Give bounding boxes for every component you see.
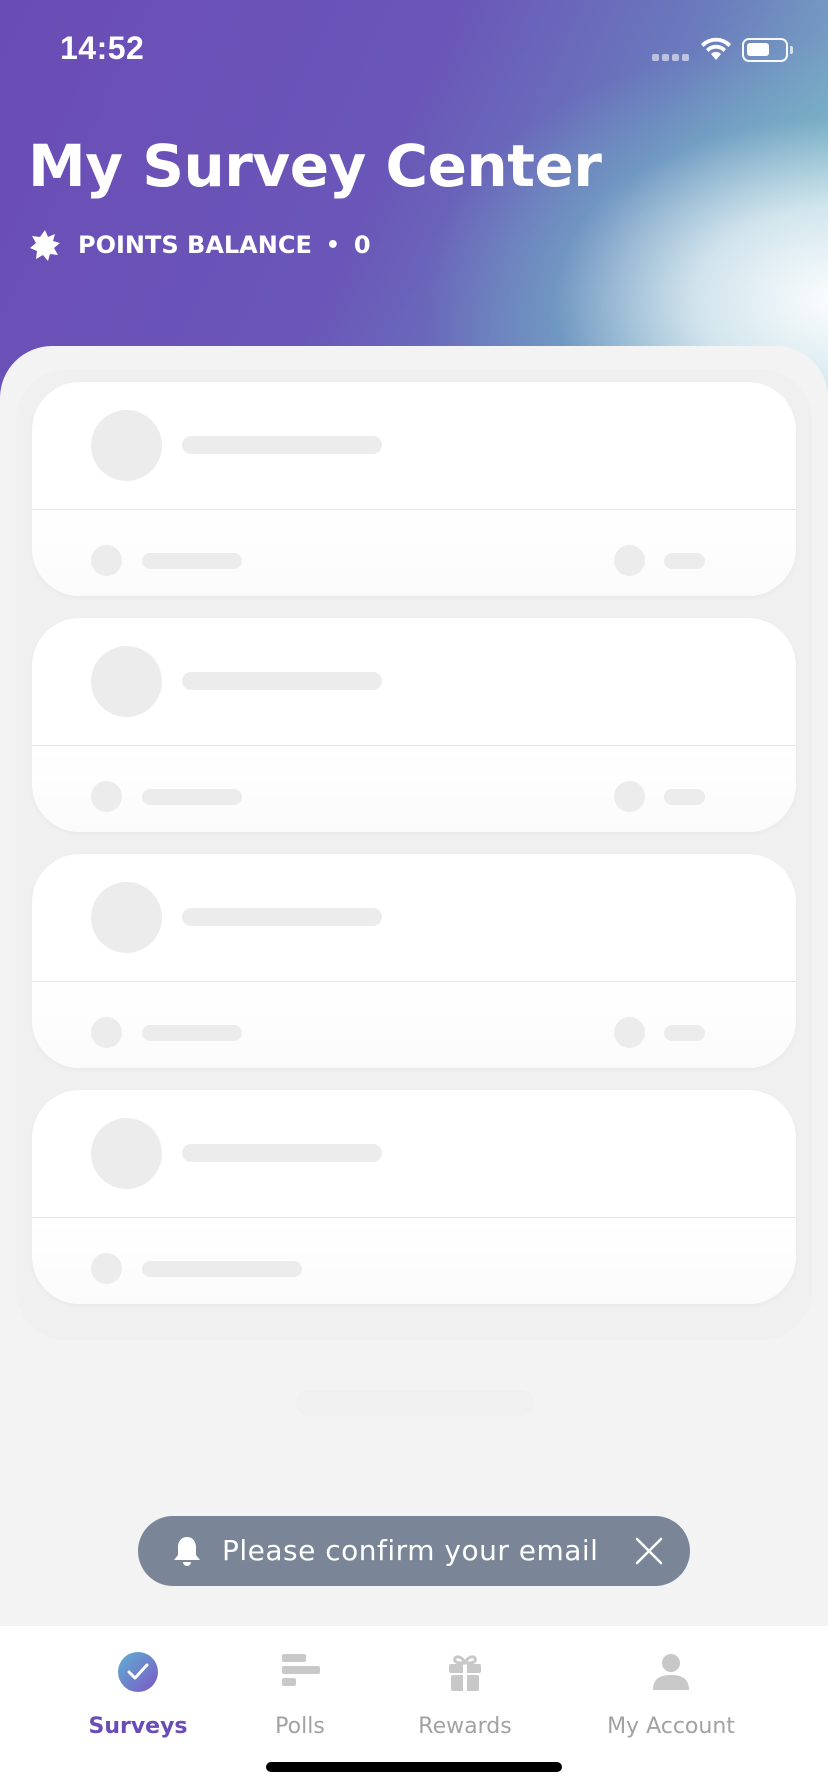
survey-card-skeleton[interactable]: [32, 854, 796, 1068]
skeleton-avatar: [91, 882, 162, 953]
card-divider: [32, 509, 796, 510]
skeleton-avatar: [91, 1118, 162, 1189]
skeleton-meta-icon: [91, 1253, 122, 1284]
skeleton-title: [182, 436, 382, 454]
points-separator: •: [325, 232, 340, 258]
bell-icon: [174, 1537, 200, 1566]
skeleton-loading-bar: [296, 1390, 534, 1416]
card-divider: [32, 745, 796, 746]
gift-icon: [449, 1655, 481, 1691]
card-divider: [32, 981, 796, 982]
tab-rewards[interactable]: Rewards: [405, 1626, 525, 1746]
skeleton-meta-text: [142, 1261, 302, 1277]
page-title: My Survey Center: [28, 132, 602, 200]
skeleton-points-icon: [614, 1017, 645, 1048]
skeleton-avatar: [91, 646, 162, 717]
skeleton-meta-icon: [91, 545, 122, 576]
skeleton-points-text: [664, 789, 705, 805]
tab-rewards-label: Rewards: [418, 1714, 512, 1739]
skeleton-title: [182, 908, 382, 926]
tab-my-account-label: My Account: [607, 1714, 735, 1739]
toast-message: Please confirm your email: [222, 1534, 599, 1567]
skeleton-meta-icon: [91, 781, 122, 812]
bar-chart-icon: [282, 1654, 320, 1686]
starburst-icon: [30, 230, 60, 261]
skeleton-points-text: [664, 553, 705, 569]
home-indicator: [266, 1762, 562, 1772]
skeleton-points-icon: [614, 545, 645, 576]
survey-card-skeleton[interactable]: [32, 1090, 796, 1304]
skeleton-points-icon: [614, 781, 645, 812]
card-divider: [32, 1217, 796, 1218]
skeleton-meta-text: [142, 1025, 242, 1041]
tab-my-account[interactable]: My Account: [600, 1626, 742, 1746]
skeleton-points-text: [664, 1025, 705, 1041]
check-circle-icon: [118, 1652, 158, 1692]
survey-card-skeleton[interactable]: [32, 382, 796, 596]
battery-icon: [742, 38, 793, 62]
skeleton-meta-text: [142, 789, 242, 805]
person-icon: [653, 1654, 689, 1690]
survey-card-skeleton[interactable]: [32, 618, 796, 832]
tab-surveys-label: Surveys: [88, 1714, 188, 1739]
skeleton-meta-text: [142, 553, 242, 569]
tab-surveys[interactable]: Surveys: [78, 1626, 198, 1746]
email-confirm-toast[interactable]: Please confirm your email: [138, 1516, 690, 1586]
skeleton-meta-icon: [91, 1017, 122, 1048]
skeleton-avatar: [91, 410, 162, 481]
points-balance: POINTS BALANCE • 0: [28, 228, 371, 262]
status-time: 14:52: [60, 30, 145, 66]
close-icon[interactable]: [634, 1536, 664, 1566]
cellular-signal-icon: [652, 54, 689, 61]
points-label: POINTS BALANCE: [78, 231, 312, 259]
tab-polls-label: Polls: [275, 1714, 325, 1739]
wifi-icon: [701, 37, 731, 60]
tab-polls[interactable]: Polls: [250, 1626, 350, 1746]
status-bar: 14:52: [0, 0, 828, 100]
skeleton-title: [182, 672, 382, 690]
skeleton-title: [182, 1144, 382, 1162]
points-value: 0: [353, 231, 371, 259]
